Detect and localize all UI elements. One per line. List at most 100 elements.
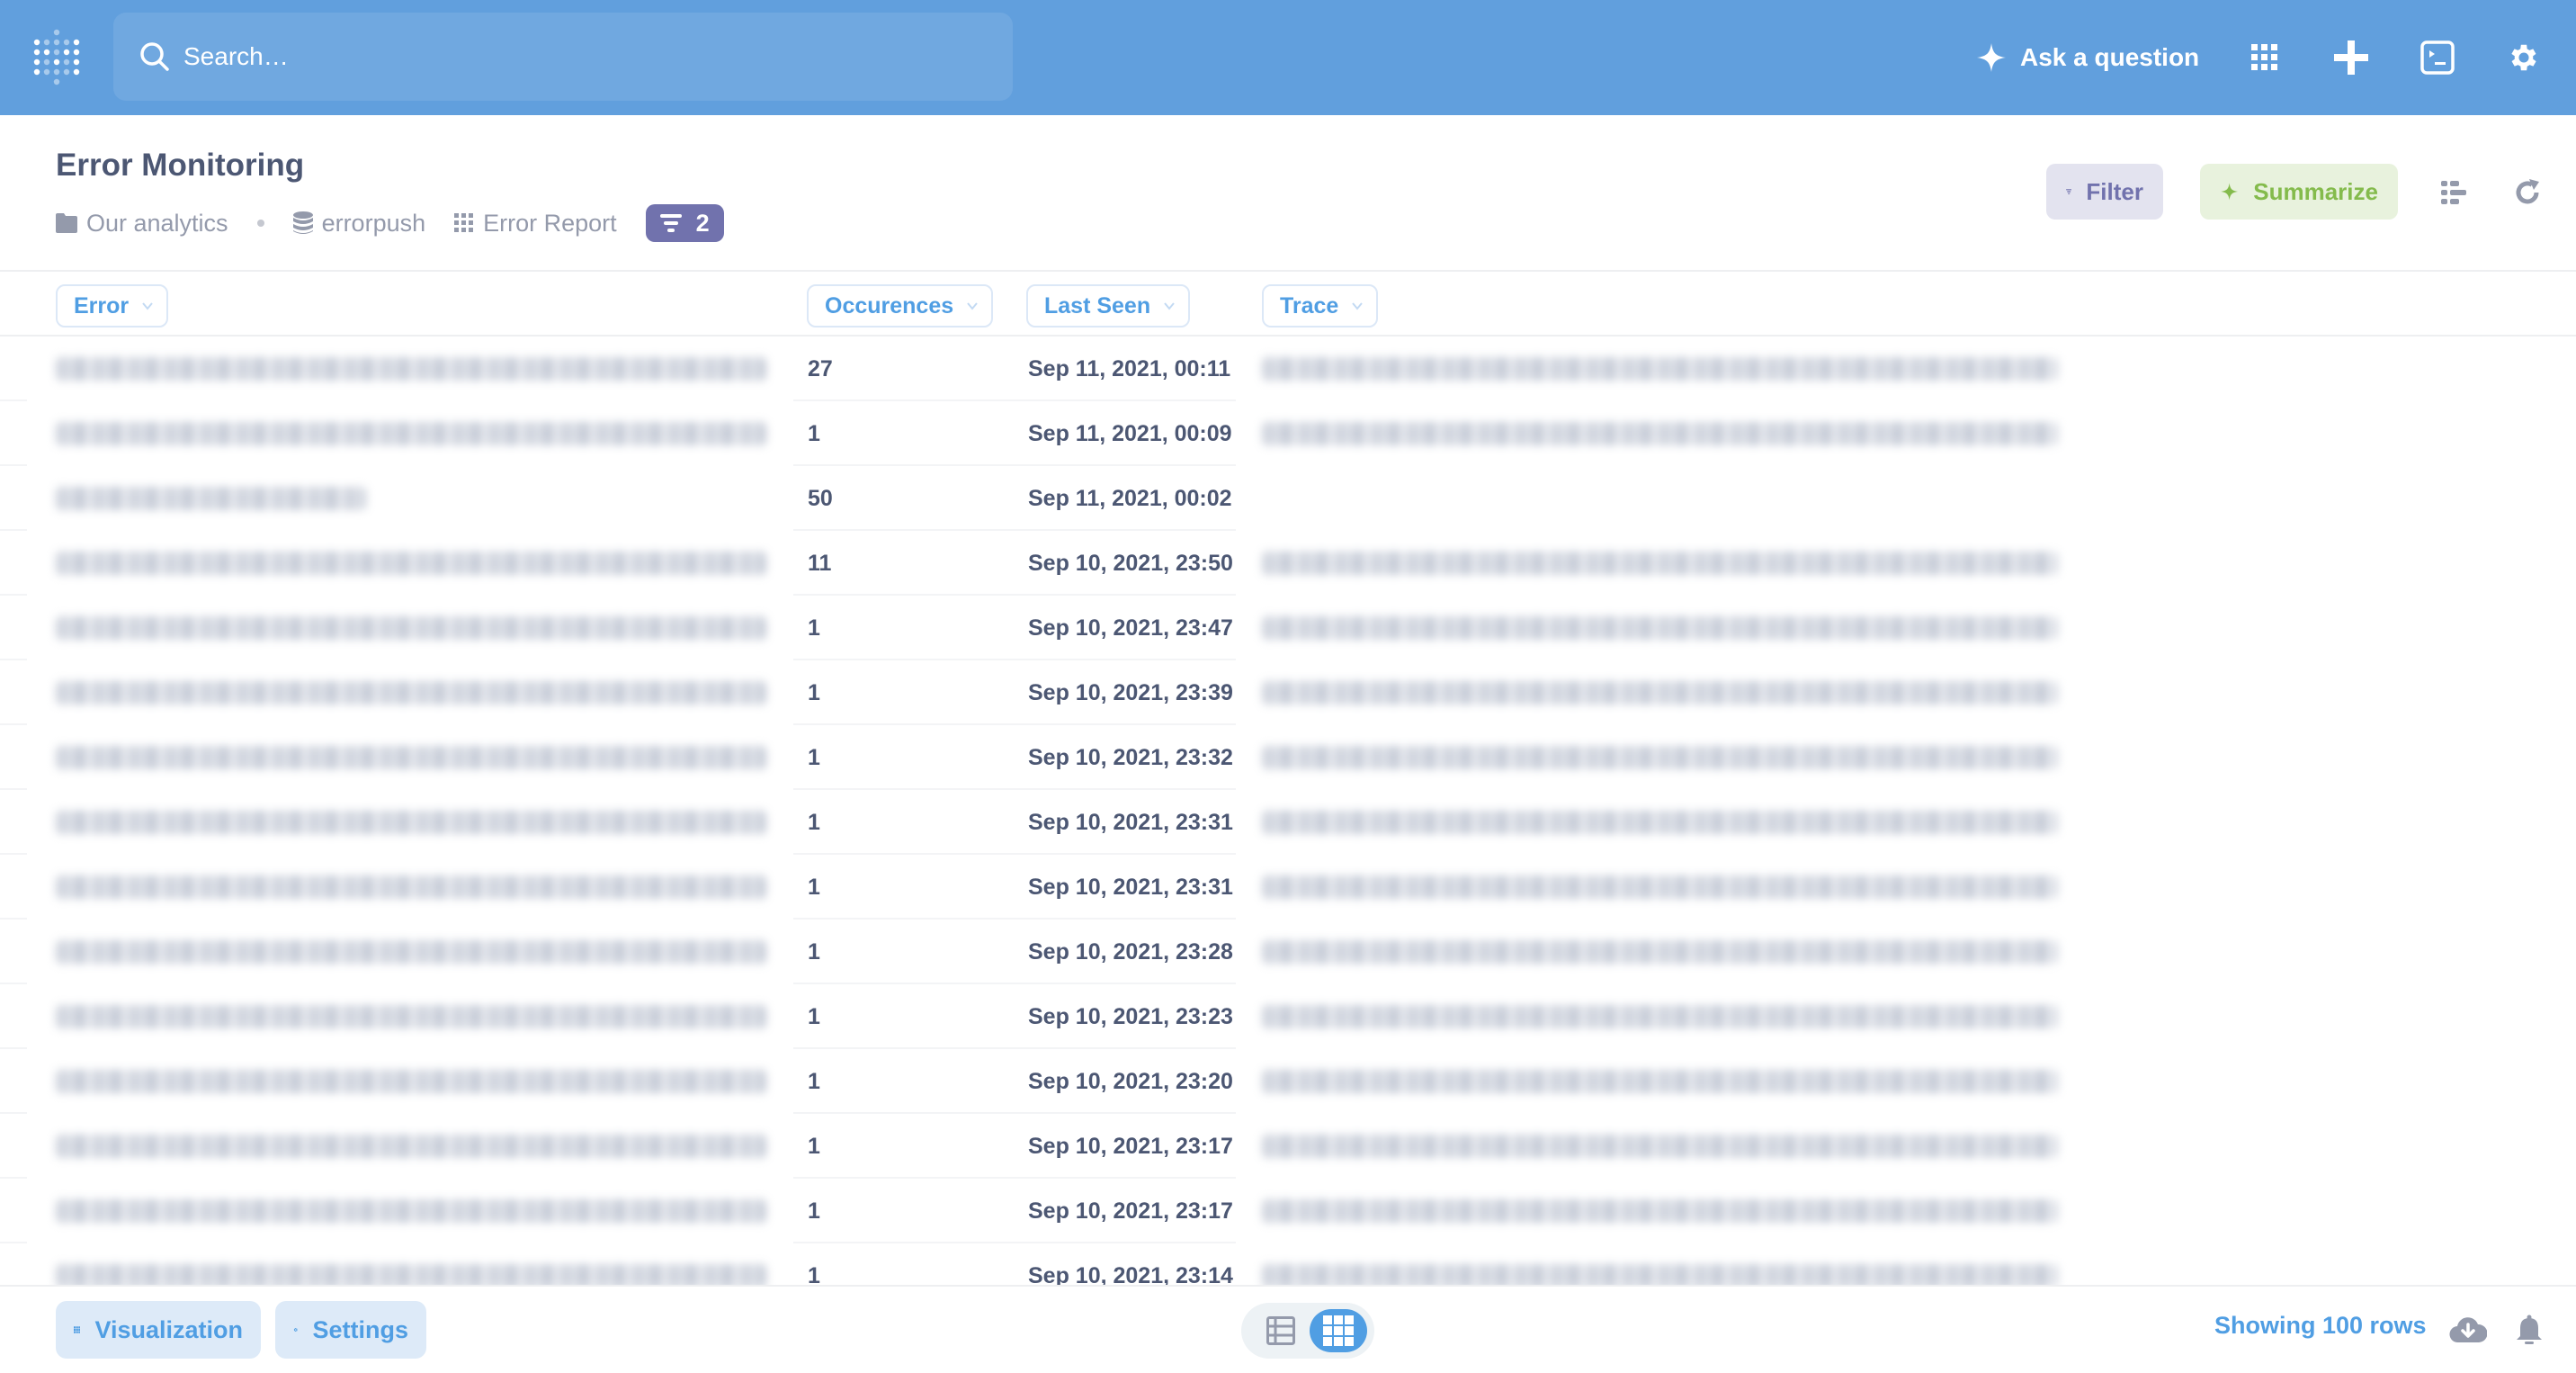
- cell-last-seen[interactable]: Sep 10, 2021, 23:31: [1028, 790, 1233, 855]
- cell-occurrences[interactable]: 1: [808, 401, 820, 466]
- cell-trace[interactable]: [1262, 1243, 2058, 1285]
- apps-grid-button[interactable]: [2243, 36, 2286, 79]
- cell-error[interactable]: [56, 855, 766, 920]
- cell-trace[interactable]: [1262, 660, 2058, 725]
- table-row: 1 Sep 10, 2021, 23:14: [0, 1243, 2576, 1285]
- cell-last-seen[interactable]: Sep 10, 2021, 23:50: [1028, 531, 1233, 596]
- cell-last-seen[interactable]: Sep 10, 2021, 23:14: [1028, 1243, 1233, 1286]
- cell-occurrences[interactable]: 1: [808, 660, 820, 725]
- cell-error[interactable]: [56, 660, 766, 725]
- cell-error[interactable]: [56, 401, 766, 466]
- column-header-last-seen[interactable]: Last Seen: [1026, 284, 1191, 328]
- cell-last-seen[interactable]: Sep 10, 2021, 23:32: [1028, 725, 1233, 790]
- cell-error[interactable]: [56, 920, 766, 984]
- cell-occurrences[interactable]: 11: [808, 531, 831, 596]
- question-title[interactable]: Error Monitoring: [56, 148, 304, 184]
- cell-trace[interactable]: [1262, 1114, 2058, 1179]
- cell-last-seen[interactable]: Sep 11, 2021, 00:09: [1028, 401, 1232, 466]
- cell-trace[interactable]: [1262, 790, 2058, 855]
- cell-last-seen[interactable]: Sep 11, 2021, 00:11: [1028, 337, 1230, 401]
- table-row: 1 Sep 10, 2021, 23:17: [0, 1114, 2576, 1179]
- column-header-trace[interactable]: Trace: [1262, 284, 1379, 328]
- redacted-text: [1262, 875, 2058, 899]
- redacted-text: [1262, 422, 2058, 445]
- gear-icon: [293, 1327, 298, 1333]
- cell-occurrences[interactable]: 50: [808, 466, 833, 531]
- cell-trace[interactable]: [1262, 596, 2058, 660]
- cell-trace[interactable]: [1262, 337, 2058, 401]
- cell-trace[interactable]: [1262, 401, 2058, 466]
- search-bar[interactable]: [113, 13, 1013, 101]
- summarize-button[interactable]: Summarize: [2200, 164, 2398, 220]
- cell-occurrences[interactable]: 1: [808, 920, 820, 984]
- cell-trace[interactable]: [1262, 855, 2058, 920]
- table-view-option[interactable]: [1252, 1309, 1310, 1352]
- cell-error[interactable]: [56, 725, 766, 790]
- column-header-occurences[interactable]: Occurences: [807, 284, 994, 328]
- cell-last-seen[interactable]: Sep 10, 2021, 23:23: [1028, 984, 1233, 1049]
- visualization-button[interactable]: Visualization: [56, 1301, 261, 1359]
- cell-occurrences[interactable]: 1: [808, 596, 820, 660]
- search-input[interactable]: [183, 42, 903, 71]
- cell-error[interactable]: [56, 790, 766, 855]
- cell-error[interactable]: [56, 1049, 766, 1114]
- query-builder-toggle[interactable]: [2434, 173, 2473, 212]
- cell-occurrences[interactable]: 1: [808, 725, 820, 790]
- cell-last-seen[interactable]: Sep 10, 2021, 23:17: [1028, 1179, 1233, 1243]
- cell-trace[interactable]: [1262, 725, 2058, 790]
- cell-occurrences[interactable]: 1: [808, 855, 820, 920]
- filter-button[interactable]: Filter: [2046, 164, 2163, 220]
- cell-trace[interactable]: [1262, 1179, 2058, 1243]
- ask-a-question-button[interactable]: Ask a question: [1975, 32, 2199, 83]
- cell-last-seen[interactable]: Sep 10, 2021, 23:17: [1028, 1114, 1233, 1179]
- cell-last-seen[interactable]: Sep 11, 2021, 00:02: [1028, 466, 1232, 531]
- cell-last-seen[interactable]: Sep 10, 2021, 23:31: [1028, 855, 1233, 920]
- breadcrumb-table[interactable]: Error Report: [454, 210, 617, 238]
- cell-trace[interactable]: [1262, 920, 2058, 984]
- redacted-text: [56, 616, 766, 640]
- grid-view-option[interactable]: [1310, 1309, 1367, 1352]
- cell-occurrences[interactable]: 1: [808, 1179, 820, 1243]
- cell-error[interactable]: [56, 466, 366, 531]
- cell-trace[interactable]: [1262, 984, 2058, 1049]
- settings-button[interactable]: Settings: [275, 1301, 426, 1359]
- cell-last-seen[interactable]: Sep 10, 2021, 23:20: [1028, 1049, 1233, 1114]
- new-button[interactable]: [2330, 36, 2373, 79]
- breadcrumb-database[interactable]: errorpush: [292, 209, 426, 238]
- metabase-logo-icon[interactable]: [32, 29, 81, 88]
- cell-error[interactable]: [56, 1114, 766, 1179]
- cell-occurrences[interactable]: 1: [808, 984, 820, 1049]
- cell-occurrences[interactable]: 1: [808, 1243, 820, 1286]
- download-button[interactable]: [2448, 1312, 2488, 1348]
- redacted-text: [1262, 616, 2058, 640]
- column-header-error[interactable]: Error: [56, 284, 169, 328]
- cell-last-seen[interactable]: Sep 10, 2021, 23:39: [1028, 660, 1233, 725]
- sql-editor-button[interactable]: [2416, 36, 2459, 79]
- alert-button[interactable]: [2509, 1312, 2549, 1348]
- cell-last-seen[interactable]: Sep 10, 2021, 23:28: [1028, 920, 1233, 984]
- apps-grid-icon: [2251, 44, 2277, 70]
- cell-occurrences[interactable]: 1: [808, 1114, 820, 1179]
- cell-occurrences[interactable]: 1: [808, 790, 820, 855]
- refresh-button[interactable]: [2508, 173, 2547, 212]
- cell-error[interactable]: [56, 1179, 766, 1243]
- breadcrumb-collection[interactable]: Our analytics: [56, 210, 228, 238]
- cell-trace[interactable]: [1262, 531, 2058, 596]
- settings-button[interactable]: [2502, 36, 2545, 79]
- breadcrumb-label: errorpush: [321, 209, 426, 237]
- cell-last-seen[interactable]: Sep 10, 2021, 23:47: [1028, 596, 1233, 660]
- cell-trace[interactable]: [1262, 1049, 2058, 1114]
- cell-error[interactable]: [56, 984, 766, 1049]
- row-count[interactable]: Showing 100 rows: [2214, 1312, 2427, 1340]
- filter-count-badge[interactable]: 2: [645, 204, 724, 242]
- cell-error[interactable]: [56, 337, 766, 401]
- cell-occurrences[interactable]: 1: [808, 1049, 820, 1114]
- plus-icon: [2334, 40, 2368, 75]
- chevron-down-icon: [967, 302, 978, 310]
- cell-occurrences[interactable]: 27: [808, 337, 833, 401]
- cell-error[interactable]: [56, 1243, 766, 1285]
- column-label: Occurences: [825, 292, 954, 319]
- cell-error[interactable]: [56, 596, 766, 660]
- redacted-text: [56, 875, 766, 899]
- cell-error[interactable]: [56, 531, 766, 596]
